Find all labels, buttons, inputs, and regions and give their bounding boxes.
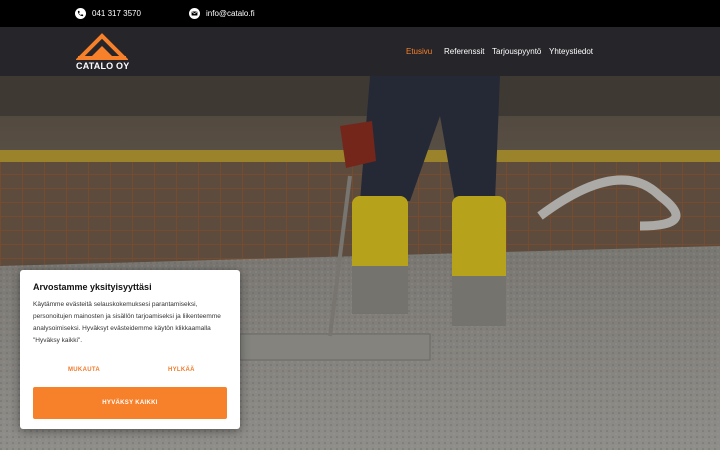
nav-item-tarjouspyynto[interactable]: Tarjouspyyntö — [492, 47, 541, 56]
cookie-title: Arvostamme yksityisyyttäsi — [33, 282, 152, 292]
top-contact-bar: 041 317 3570 info@catalo.fi — [0, 0, 720, 27]
email-contact[interactable]: info@catalo.fi — [189, 0, 255, 27]
phone-icon — [75, 8, 86, 19]
phone-number[interactable]: 041 317 3570 — [92, 9, 141, 18]
email-address[interactable]: info@catalo.fi — [206, 9, 255, 18]
main-nav: Etusivu Referenssit Tarjouspyyntö Yhteys… — [0, 27, 720, 76]
cookie-description: Käytämme evästeitä selauskokemuksesi par… — [33, 301, 221, 344]
phone-contact[interactable]: 041 317 3570 — [75, 0, 141, 27]
nav-item-referenssit[interactable]: Referenssit — [444, 47, 484, 56]
nav-item-etusivu[interactable]: Etusivu — [406, 47, 432, 56]
nav-item-yhteystiedot[interactable]: Yhteystiedot — [549, 47, 593, 56]
cookie-consent-dialog: Arvostamme yksityisyyttäsi Käytämme eväs… — [20, 270, 240, 429]
reject-button[interactable]: HYLKÄÄ — [168, 367, 195, 373]
accept-all-button[interactable]: HYVÄKSY KAIKKI — [33, 387, 227, 419]
customize-button[interactable]: MUKAUTA — [68, 367, 100, 373]
envelope-icon — [189, 8, 200, 19]
